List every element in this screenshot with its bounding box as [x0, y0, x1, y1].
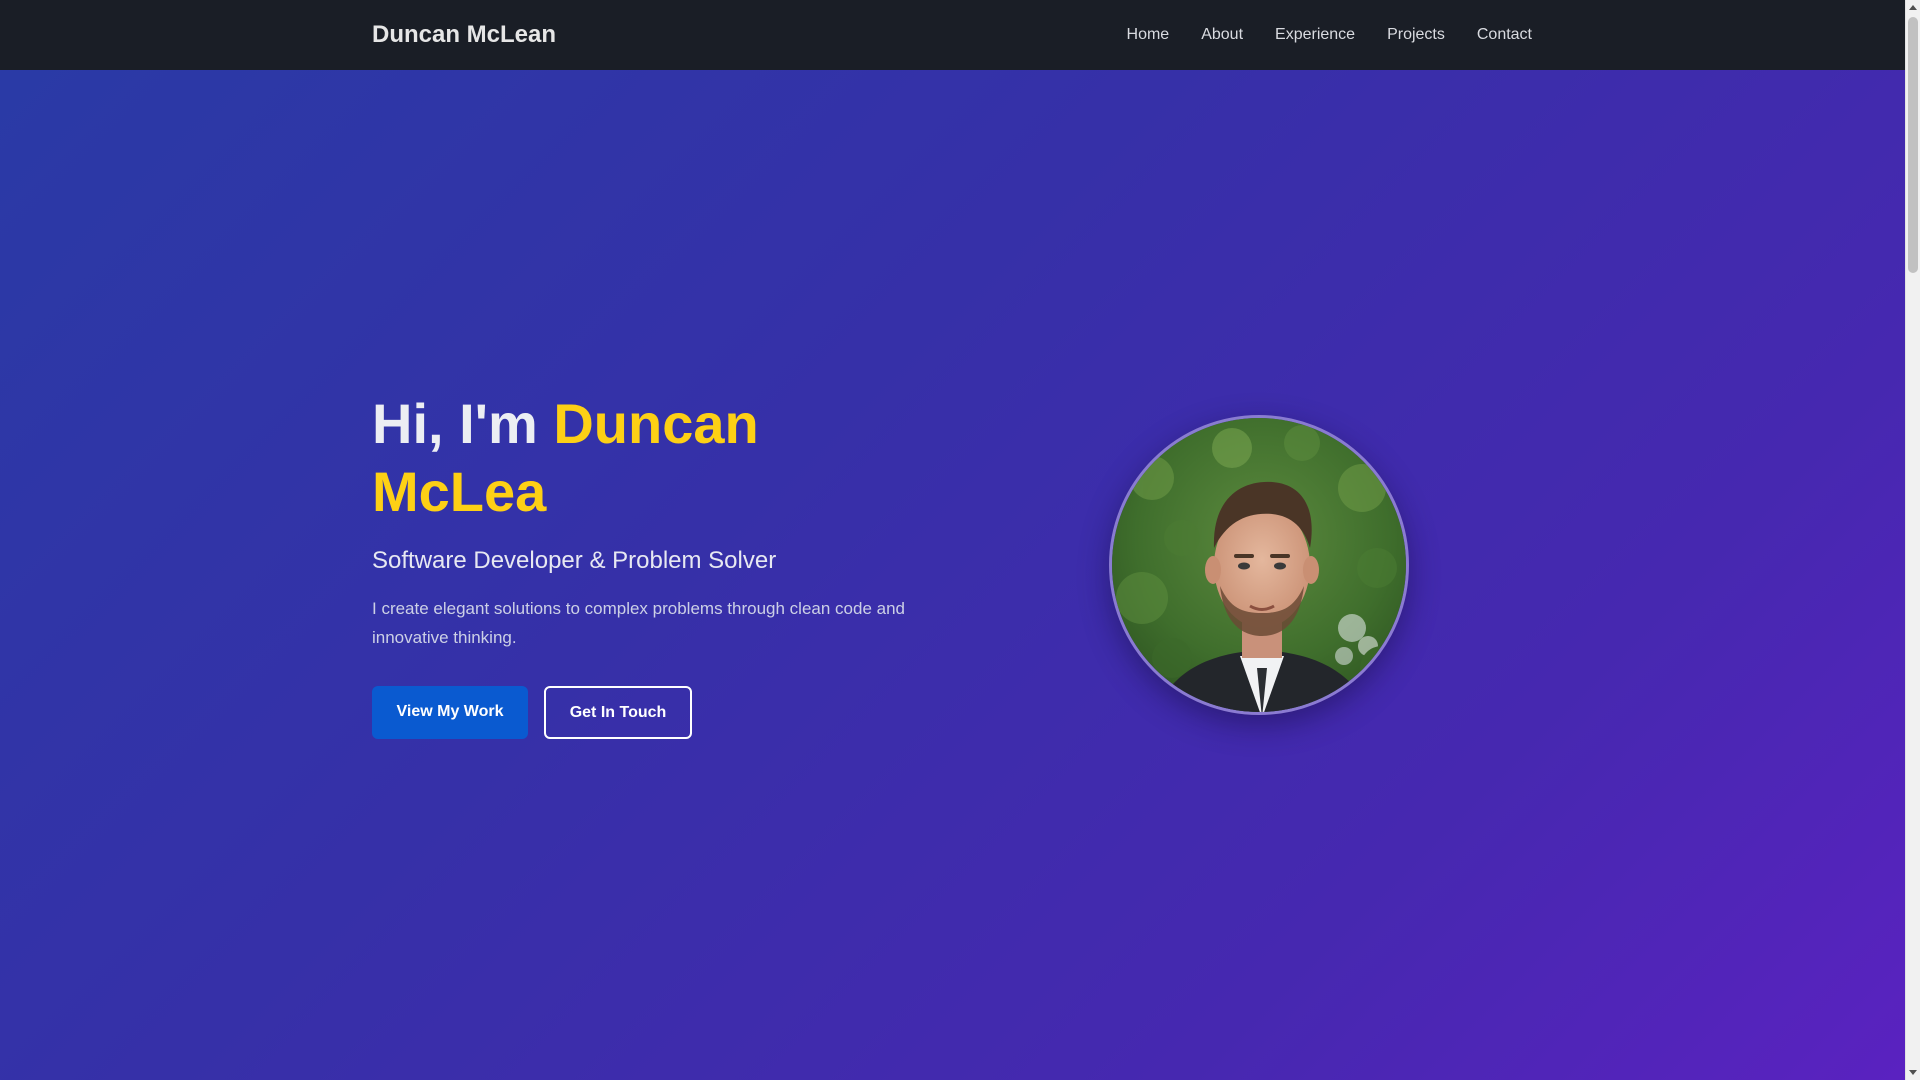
- nav-link-home[interactable]: Home: [1127, 26, 1170, 44]
- nav-link-about[interactable]: About: [1201, 26, 1243, 44]
- hero-text: Hi, I'm Duncan McLea Software Developer &…: [372, 390, 932, 739]
- avatar: [1109, 415, 1409, 715]
- hero-name-first: Duncan: [553, 392, 759, 455]
- hero-name-last: McLea: [372, 460, 547, 523]
- nav-link-contact[interactable]: Contact: [1477, 26, 1532, 44]
- hero-description: I create elegant solutions to complex pr…: [372, 599, 905, 647]
- get-in-touch-button[interactable]: Get In Touch: [544, 686, 692, 739]
- nav-links: Home About Experience Projects Contact: [1127, 0, 1532, 70]
- hero-title: Hi, I'm Duncan McLea: [372, 390, 932, 526]
- hero-section: Hi, I'm Duncan McLea Software Developer &…: [0, 70, 1905, 1080]
- profile-photo-icon: [1112, 418, 1406, 712]
- view-my-work-button[interactable]: View My Work: [372, 686, 528, 739]
- page-scrollbar[interactable]: [1905, 0, 1920, 1080]
- hero-greeting: Hi, I'm: [372, 392, 554, 455]
- navbar: Duncan McLean Home About Experience Proj…: [0, 0, 1905, 70]
- hero-subtitle: Software Developer & Problem Solver: [372, 547, 777, 574]
- scroll-down-icon[interactable]: [1909, 1070, 1917, 1075]
- nav-link-experience[interactable]: Experience: [1275, 26, 1355, 44]
- hero-buttons: View My Work Get In Touch: [372, 686, 932, 739]
- scroll-thumb[interactable]: [1908, 17, 1918, 273]
- browser-viewport: Duncan McLean Home About Experience Proj…: [0, 0, 1920, 1080]
- scroll-up-icon[interactable]: [1909, 5, 1917, 10]
- brand-logo[interactable]: Duncan McLean: [372, 0, 556, 70]
- nav-link-projects[interactable]: Projects: [1387, 26, 1445, 44]
- page: Duncan McLean Home About Experience Proj…: [0, 0, 1905, 1080]
